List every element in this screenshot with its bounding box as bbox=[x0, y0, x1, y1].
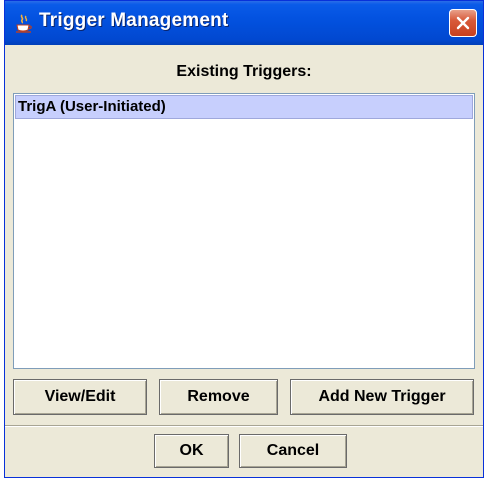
list-item-triga[interactable]: TrigA (User-Initiated) bbox=[15, 95, 473, 119]
remove-button[interactable]: Remove bbox=[159, 379, 278, 415]
ok-button[interactable]: OK bbox=[154, 434, 229, 468]
title-bar[interactable]: Trigger Management bbox=[5, 1, 483, 45]
divider bbox=[5, 425, 483, 427]
add-new-trigger-button[interactable]: Add New Trigger bbox=[290, 379, 474, 415]
cancel-button[interactable]: Cancel bbox=[239, 434, 347, 468]
existing-triggers-label: Existing Triggers: bbox=[176, 63, 312, 80]
window-title: Trigger Management bbox=[39, 10, 229, 31]
java-cup-icon bbox=[15, 14, 33, 34]
triggers-list[interactable]: TrigA (User-Initiated) bbox=[13, 93, 475, 369]
close-icon bbox=[456, 16, 470, 30]
close-button[interactable] bbox=[449, 9, 477, 37]
view-edit-button[interactable]: View/Edit bbox=[13, 379, 147, 415]
trigger-management-dialog: Trigger Management Existing Triggers: Tr… bbox=[4, 0, 484, 478]
